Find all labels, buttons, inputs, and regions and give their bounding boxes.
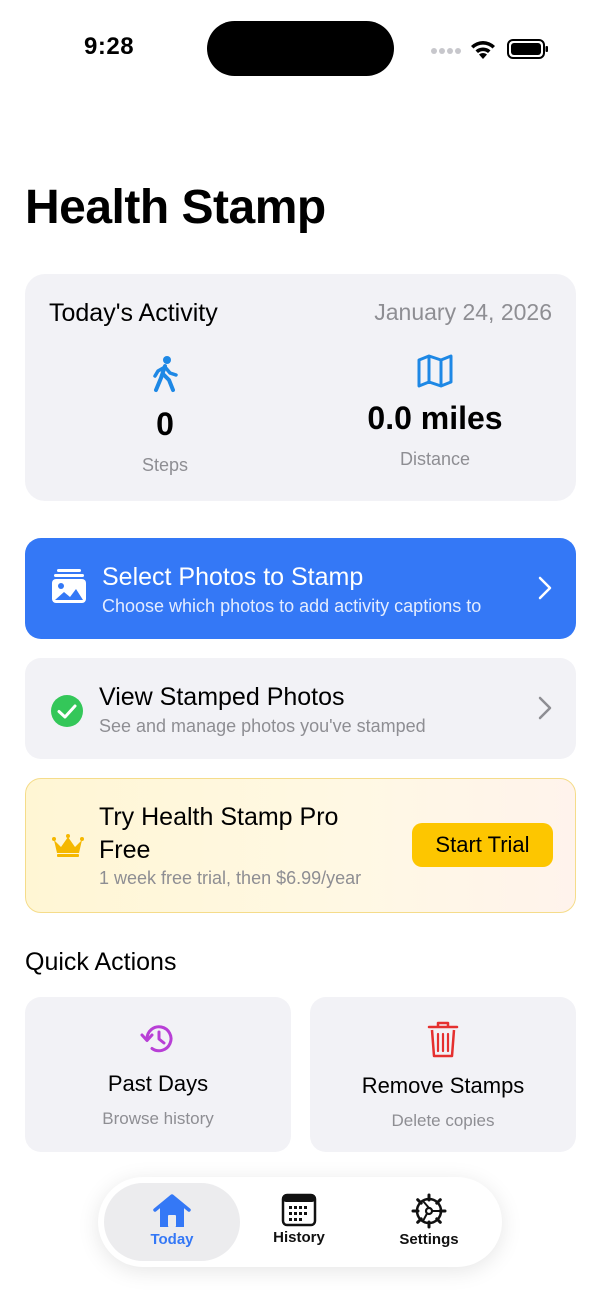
house-icon xyxy=(153,1194,191,1227)
steps-value: 0 xyxy=(156,406,174,442)
activity-card: Today's Activity January 24, 2026 0 Step… xyxy=(25,274,576,501)
walking-figure-icon xyxy=(153,356,178,392)
tab-settings[interactable]: Settings xyxy=(364,1183,494,1261)
steps-label: Steps xyxy=(141,455,189,475)
status-time: 9:28 xyxy=(84,33,135,60)
chevron-right-icon xyxy=(538,696,552,720)
select-photos-title: Select Photos to Stamp xyxy=(102,563,364,591)
past-days-title: Past Days xyxy=(107,1071,209,1096)
tab-history-label: History xyxy=(273,1229,325,1246)
cellular-signal-icon xyxy=(431,48,461,54)
chevron-right-icon xyxy=(538,576,552,600)
past-days-subtitle: Browse history xyxy=(102,1109,214,1128)
steps-stat: 0 Steps xyxy=(65,354,265,476)
calendar-icon xyxy=(281,1193,317,1227)
view-stamped-title: View Stamped Photos xyxy=(99,683,345,711)
remove-stamps-button[interactable]: Remove Stamps Delete copies xyxy=(310,997,576,1152)
page-title: Health Stamp xyxy=(25,181,326,234)
wifi-icon xyxy=(471,41,495,59)
history-clock-icon xyxy=(140,1025,173,1053)
tab-history[interactable]: History xyxy=(234,1183,364,1261)
tab-today-label: Today xyxy=(150,1231,194,1248)
distance-label: Distance xyxy=(399,449,471,469)
photo-stack-icon xyxy=(52,569,86,603)
tab-today[interactable]: Today xyxy=(104,1183,240,1261)
remove-stamps-title: Remove Stamps xyxy=(361,1073,525,1098)
select-photos-subtitle: Choose which photos to add activity capt… xyxy=(102,596,482,616)
view-stamped-photos-button[interactable]: View Stamped Photos See and manage photo… xyxy=(25,658,576,759)
past-days-button[interactable]: Past Days Browse history xyxy=(25,997,291,1152)
trash-icon xyxy=(427,1021,459,1058)
select-photos-button[interactable]: Select Photos to Stamp Choose which phot… xyxy=(25,538,576,639)
quick-actions-heading: Quick Actions xyxy=(25,948,177,976)
dynamic-island xyxy=(207,21,394,76)
trial-title: Try Health Stamp Pro Free xyxy=(99,803,339,864)
tab-bar: Today History Settings xyxy=(98,1177,502,1267)
pro-trial-banner: Try Health Stamp Pro Free 1 week free tr… xyxy=(25,778,576,913)
crown-icon xyxy=(52,834,84,857)
checkmark-circle-icon xyxy=(51,695,83,727)
distance-value: 0.0 miles xyxy=(367,400,503,436)
battery-icon xyxy=(507,39,548,59)
trial-subtitle: 1 week free trial, then $6.99/year xyxy=(99,868,362,888)
tab-settings-label: Settings xyxy=(399,1231,459,1248)
activity-date: January 24, 2026 xyxy=(374,299,552,325)
start-trial-button[interactable]: Start Trial xyxy=(412,823,553,867)
remove-stamps-subtitle: Delete copies xyxy=(391,1111,495,1130)
gear-icon xyxy=(411,1193,447,1229)
activity-card-title: Today's Activity xyxy=(49,299,218,327)
view-stamped-subtitle: See and manage photos you've stamped xyxy=(99,716,426,736)
distance-stat: 0.0 miles Distance xyxy=(335,354,535,470)
map-icon xyxy=(417,354,453,388)
